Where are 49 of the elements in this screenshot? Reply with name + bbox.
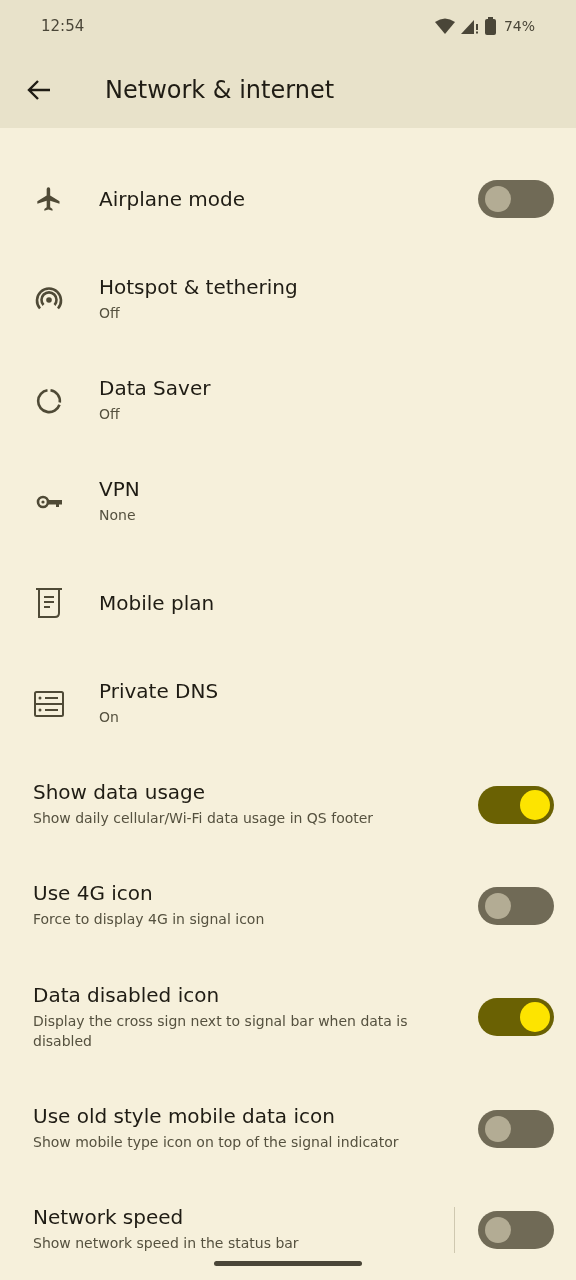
settings-item[interactable]: Data Saver Off (0, 350, 576, 451)
item-title: Use old style mobile data icon (33, 1104, 336, 1129)
item-summary: Force to display 4G in signal icon (33, 910, 266, 930)
wifi-icon (434, 18, 455, 34)
item-title: Private DNS (99, 679, 220, 704)
item-summary: Off (99, 405, 121, 425)
settings-item[interactable]: Use 4G icon Force to display 4G in signal icon (0, 855, 576, 956)
item-summary: Show daily cellular/Wi-Fi data usage in QS footer (33, 809, 375, 829)
toggle-switch[interactable] (478, 785, 554, 824)
item-title: Network speed (33, 1205, 185, 1230)
toggle-switch[interactable] (478, 1210, 554, 1249)
server-icon (33, 690, 64, 717)
settings-item[interactable]: VPN None (0, 451, 576, 552)
settings-item[interactable]: Hotspot & tethering Off (0, 249, 576, 350)
clock: 12:54 (41, 17, 85, 35)
item-summary: Show mobile type icon on top of the signal indicator (33, 1133, 400, 1153)
settings-item[interactable]: Show data usage Show daily cellular/Wi-Fi data usage in QS footer (0, 754, 576, 855)
item-title: Use 4G icon (33, 881, 154, 906)
item-title: VPN (99, 477, 141, 502)
signal-icon (460, 18, 479, 34)
settings-item[interactable]: Mobile plan (0, 552, 576, 653)
item-title: Hotspot & tethering (99, 275, 299, 300)
settings-item[interactable]: Network speed Show network speed in the status bar (0, 1179, 576, 1280)
back-arrow-icon[interactable] (27, 80, 51, 100)
item-summary: None (99, 506, 137, 526)
item-summary: Display the cross sign next to signal bar when data is disabled (33, 1011, 409, 1051)
toggle-switch[interactable] (478, 1109, 554, 1148)
toggle-switch[interactable] (478, 886, 554, 925)
settings-item[interactable]: Data disabled icon Display the cross sign next to signal bar when data is disabled (0, 956, 576, 1078)
document-icon (34, 586, 63, 619)
item-title: Show data usage (33, 780, 207, 805)
battery-icon (484, 17, 496, 35)
item-summary: Off (99, 304, 121, 324)
settings-item[interactable]: Use old style mobile data icon Show mobile type icon on top of the signal indicator (0, 1078, 576, 1179)
ring-icon (34, 386, 63, 415)
page-title: Network & internet (105, 76, 335, 104)
settings-item[interactable]: Private DNS On (0, 653, 576, 754)
battery-percent: 74% (503, 18, 535, 34)
toggle-switch[interactable] (478, 179, 554, 218)
item-title: Mobile plan (99, 590, 216, 615)
toggle-switch[interactable] (478, 998, 554, 1036)
item-title: Data disabled icon (33, 982, 221, 1007)
gesture-handle[interactable] (214, 1261, 362, 1266)
settings-item[interactable]: Airplane mode (0, 148, 576, 249)
item-title: Airplane mode (99, 186, 247, 211)
item-title: Data Saver (99, 376, 212, 401)
airplane-icon (34, 184, 63, 213)
item-summary: Show network speed in the status bar (33, 1234, 300, 1254)
item-summary: On (99, 708, 120, 728)
